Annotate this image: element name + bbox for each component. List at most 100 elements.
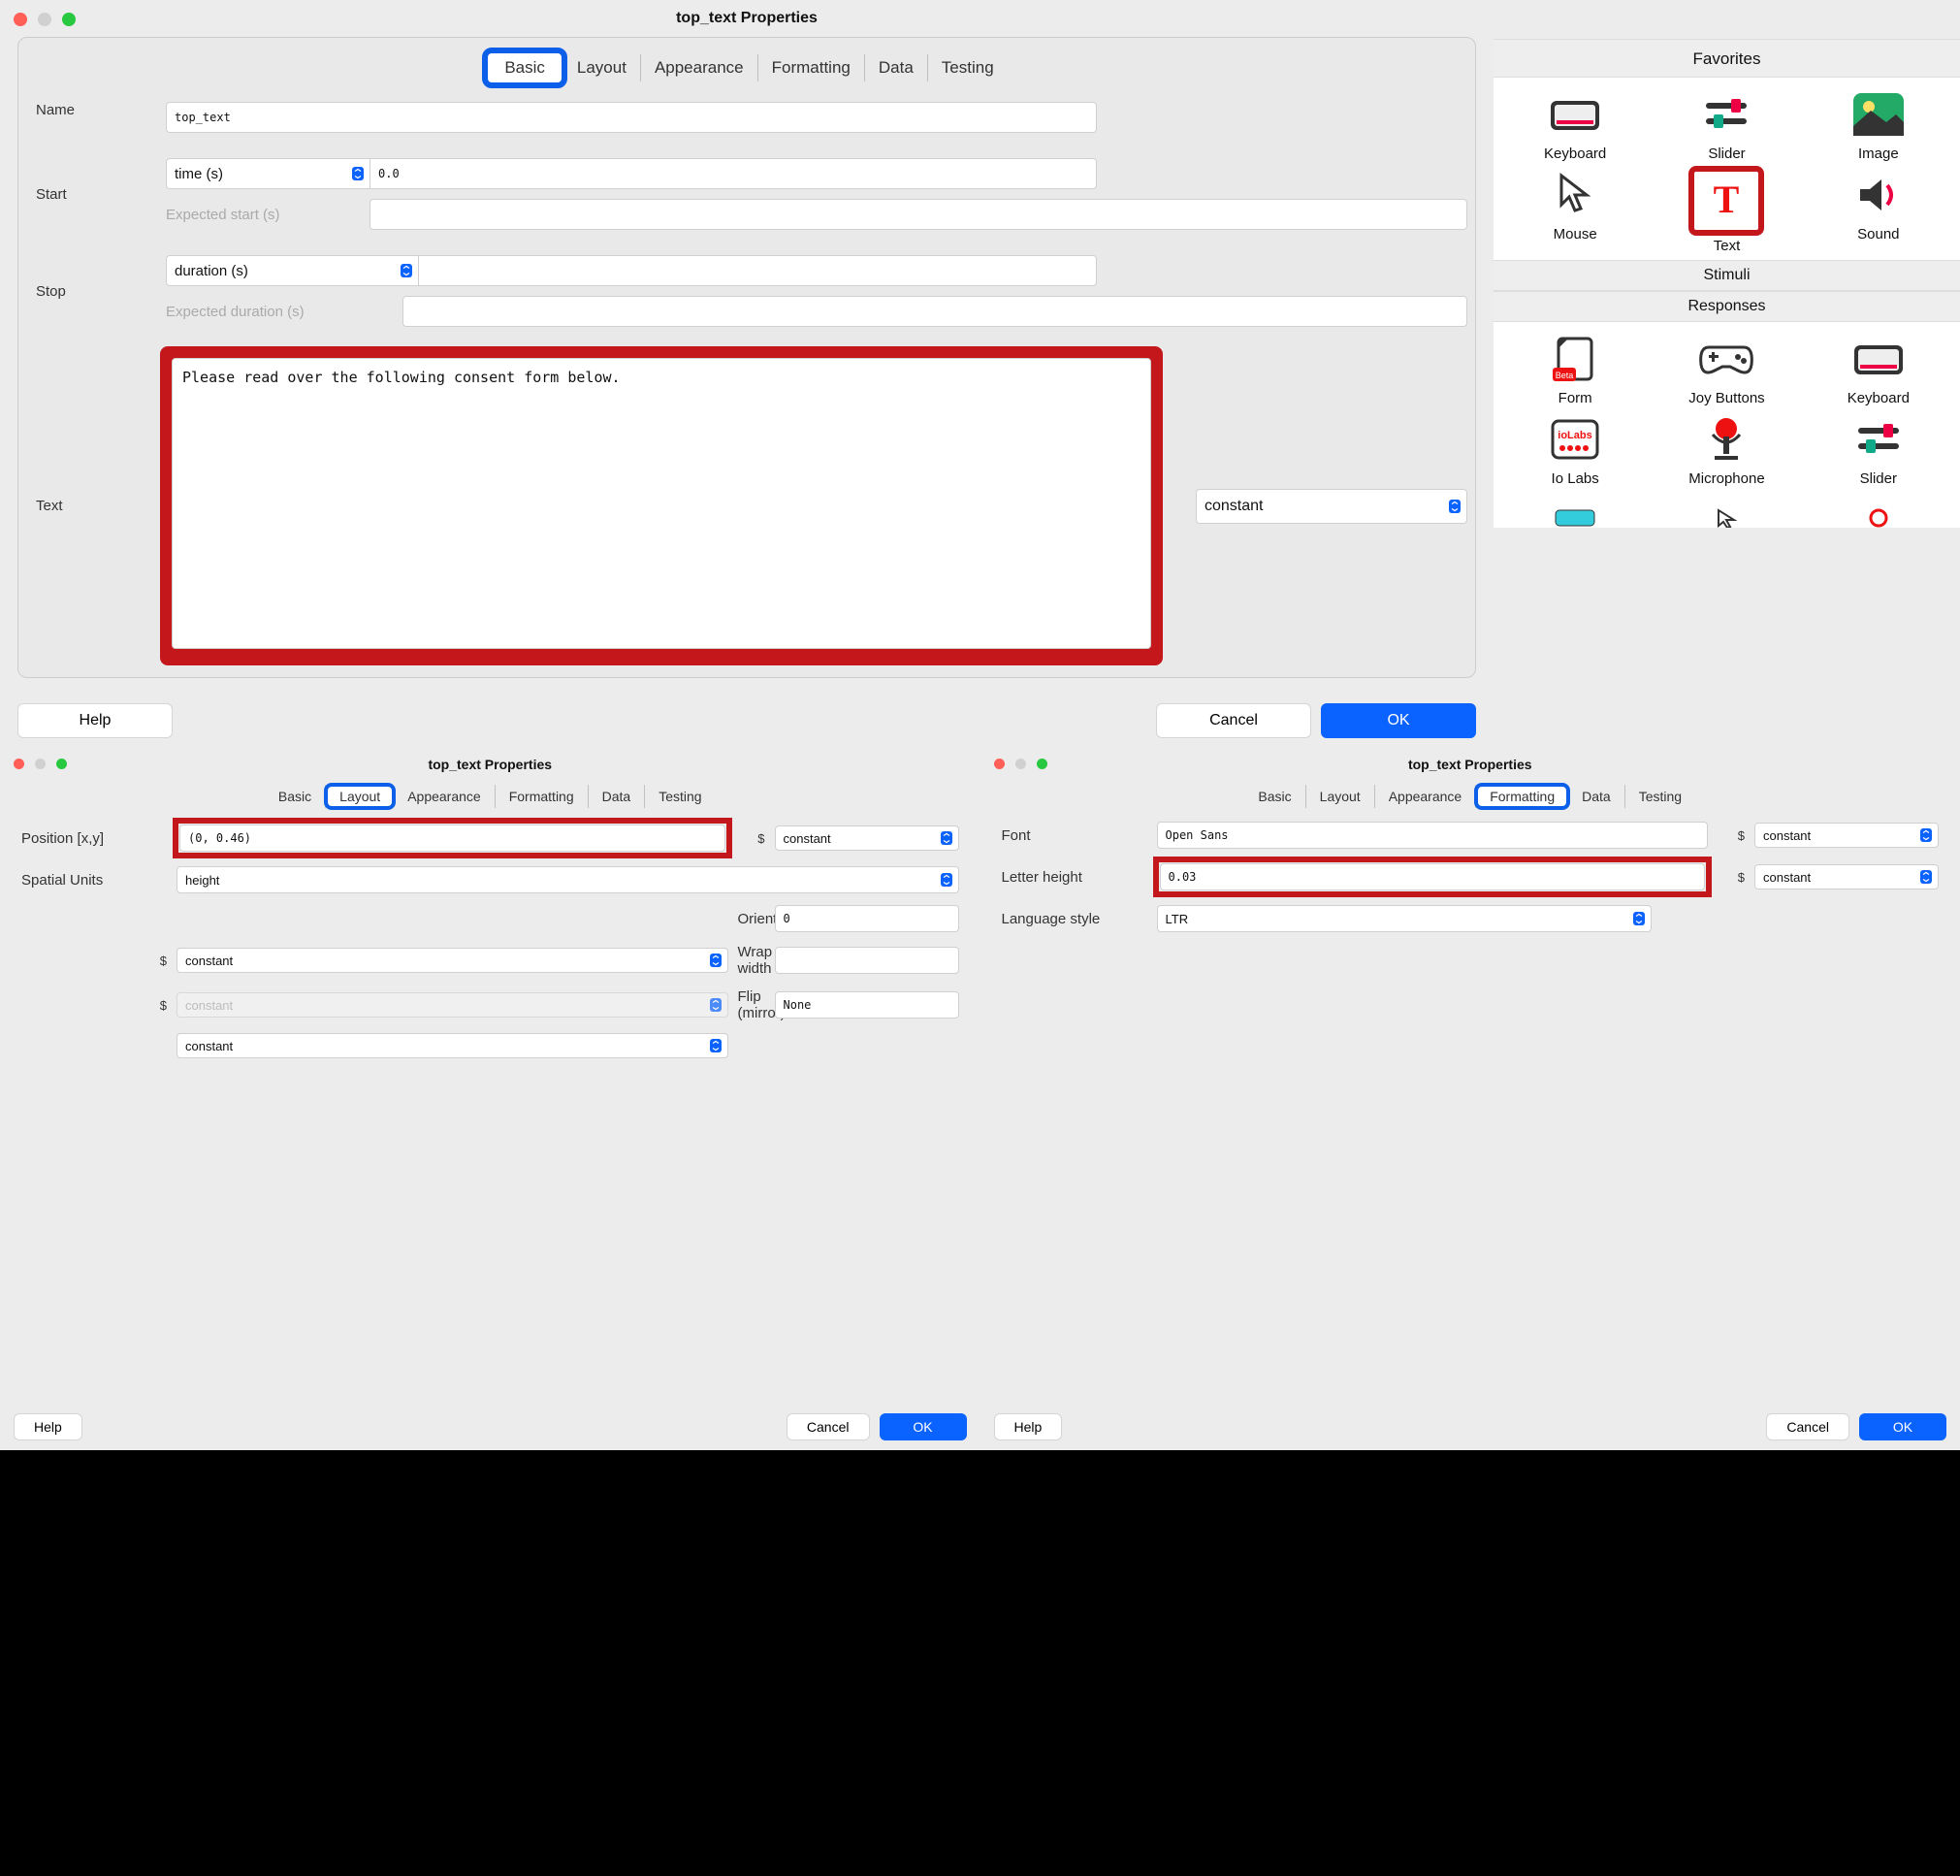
name-input[interactable]: [166, 102, 1097, 133]
target-icon: [1850, 493, 1907, 528]
expected-start-input[interactable]: [370, 199, 1467, 230]
component-microphone[interactable]: Microphone: [1655, 414, 1798, 487]
close-icon[interactable]: [994, 759, 1005, 769]
tab-data[interactable]: Data: [1568, 785, 1625, 808]
position-label: Position [x,y]: [21, 830, 167, 847]
tab-basic-label: Basic: [504, 58, 545, 77]
tab-testing[interactable]: Testing: [928, 54, 1008, 81]
minimize-icon[interactable]: [35, 759, 46, 769]
ok-button[interactable]: OK: [880, 1413, 967, 1440]
component-label: Text: [1714, 238, 1741, 254]
letter-height-label: Letter height: [1002, 869, 1147, 886]
keyboard-icon: [1850, 334, 1907, 384]
language-style-select[interactable]: LTR: [1157, 905, 1652, 932]
cancel-button[interactable]: Cancel: [787, 1413, 870, 1440]
component-slider-resp[interactable]: Slider: [1807, 414, 1950, 487]
stop-mode-select[interactable]: duration (s): [166, 255, 418, 286]
component-form[interactable]: Beta Form: [1503, 334, 1647, 406]
tab-basic[interactable]: Basic: [486, 51, 563, 84]
letter-height-input[interactable]: [1160, 863, 1706, 890]
cancel-button[interactable]: Cancel: [1156, 703, 1311, 738]
mouse-icon: [1547, 170, 1603, 220]
help-button[interactable]: Help: [17, 703, 173, 738]
stop-value-input[interactable]: [418, 255, 1097, 286]
tab-formatting[interactable]: Formatting: [496, 785, 589, 808]
help-button[interactable]: Help: [994, 1413, 1063, 1440]
minimize-icon[interactable]: [1015, 759, 1026, 769]
component-partial-1[interactable]: [1503, 493, 1647, 528]
dollar-icon: $: [1718, 828, 1745, 843]
tab-testing[interactable]: Testing: [1625, 785, 1695, 808]
minimize-icon[interactable]: [38, 13, 51, 26]
properties-dialog-basic: top_text Properties Basic Layout Appeara…: [0, 0, 1494, 750]
component-iolabs[interactable]: ioLabs Io Labs: [1503, 414, 1647, 487]
zoom-icon[interactable]: [62, 13, 76, 26]
slider-icon: [1850, 414, 1907, 465]
favorites-header: Favorites: [1494, 39, 1960, 78]
close-icon[interactable]: [14, 759, 24, 769]
tab-layout[interactable]: Layout: [563, 54, 641, 81]
tab-layout[interactable]: Layout: [326, 785, 394, 808]
ok-button[interactable]: OK: [1321, 703, 1476, 738]
component-label: Slider: [1860, 470, 1897, 487]
close-icon[interactable]: [14, 13, 27, 26]
tab-data[interactable]: Data: [865, 54, 928, 81]
dollar-icon: $: [21, 998, 167, 1013]
font-const-select[interactable]: constant: [1754, 823, 1939, 848]
zoom-icon[interactable]: [56, 759, 67, 769]
tab-formatting[interactable]: Formatting: [1476, 785, 1568, 808]
language-style-label: Language style: [1002, 911, 1147, 927]
component-text[interactable]: T Text: [1655, 170, 1798, 254]
component-keyboard-resp[interactable]: Keyboard: [1807, 334, 1950, 406]
component-label: Form: [1558, 390, 1592, 406]
properties-dialog-formatting: top_text Properties Basic Layout Appeara…: [980, 750, 1960, 1450]
tab-basic[interactable]: Basic: [265, 785, 326, 808]
tab-formatting[interactable]: Formatting: [758, 54, 865, 81]
height-const-select[interactable]: constant: [1754, 864, 1939, 889]
orientation-input[interactable]: [775, 905, 959, 932]
expected-duration-label: Expected duration (s): [166, 304, 389, 320]
tab-strip: Basic Layout Appearance Formatting Data …: [0, 779, 980, 812]
component-slider[interactable]: Slider: [1655, 89, 1798, 162]
help-button[interactable]: Help: [14, 1413, 82, 1440]
text-const-select[interactable]: constant: [1196, 489, 1467, 524]
name-label: Name: [36, 102, 152, 118]
tab-data[interactable]: Data: [589, 785, 646, 808]
tab-layout[interactable]: Layout: [1306, 785, 1375, 808]
component-partial-2[interactable]: [1655, 493, 1798, 528]
component-partial-3[interactable]: [1807, 493, 1950, 528]
position-input[interactable]: [179, 825, 725, 852]
tab-testing[interactable]: Testing: [645, 785, 715, 808]
font-input[interactable]: [1157, 822, 1709, 849]
responses-grid: Beta Form Joy Buttons Keyboard ioLabs: [1494, 322, 1960, 493]
wrap-width-label: Wrap width: [738, 944, 765, 977]
flip-const-select[interactable]: constant: [177, 1033, 728, 1058]
component-label: Sound: [1857, 226, 1899, 243]
position-const-select[interactable]: constant: [775, 825, 959, 851]
start-value-input[interactable]: [370, 158, 1097, 189]
ok-button[interactable]: OK: [1859, 1413, 1946, 1440]
component-joy-buttons[interactable]: Joy Buttons: [1655, 334, 1798, 406]
cancel-button[interactable]: Cancel: [1766, 1413, 1849, 1440]
component-keyboard[interactable]: Keyboard: [1503, 89, 1647, 162]
component-mouse[interactable]: Mouse: [1503, 170, 1647, 254]
tab-appearance[interactable]: Appearance: [1375, 785, 1477, 808]
start-mode-select[interactable]: time (s): [166, 158, 370, 189]
component-sound[interactable]: Sound: [1807, 170, 1950, 254]
tab-formatting-label: Formatting: [1490, 789, 1555, 804]
expected-duration-input[interactable]: [402, 296, 1467, 327]
zoom-icon[interactable]: [1037, 759, 1047, 769]
svg-text:ioLabs: ioLabs: [1558, 430, 1591, 441]
flip-input[interactable]: [775, 991, 959, 1019]
tab-strip: Basic Layout Appearance Formatting Data …: [36, 46, 1458, 88]
tab-basic[interactable]: Basic: [1244, 785, 1305, 808]
properties-dialog-layout: top_text Properties Basic Layout Appeara…: [0, 750, 980, 1450]
component-image[interactable]: Image: [1807, 89, 1950, 162]
start-label: Start: [36, 186, 152, 203]
spatial-units-select[interactable]: height: [177, 866, 959, 893]
text-input[interactable]: [172, 358, 1151, 649]
orientation-const-select[interactable]: constant: [177, 948, 728, 973]
wrap-width-input[interactable]: [775, 947, 959, 974]
tab-appearance[interactable]: Appearance: [641, 54, 758, 81]
tab-appearance[interactable]: Appearance: [394, 785, 496, 808]
